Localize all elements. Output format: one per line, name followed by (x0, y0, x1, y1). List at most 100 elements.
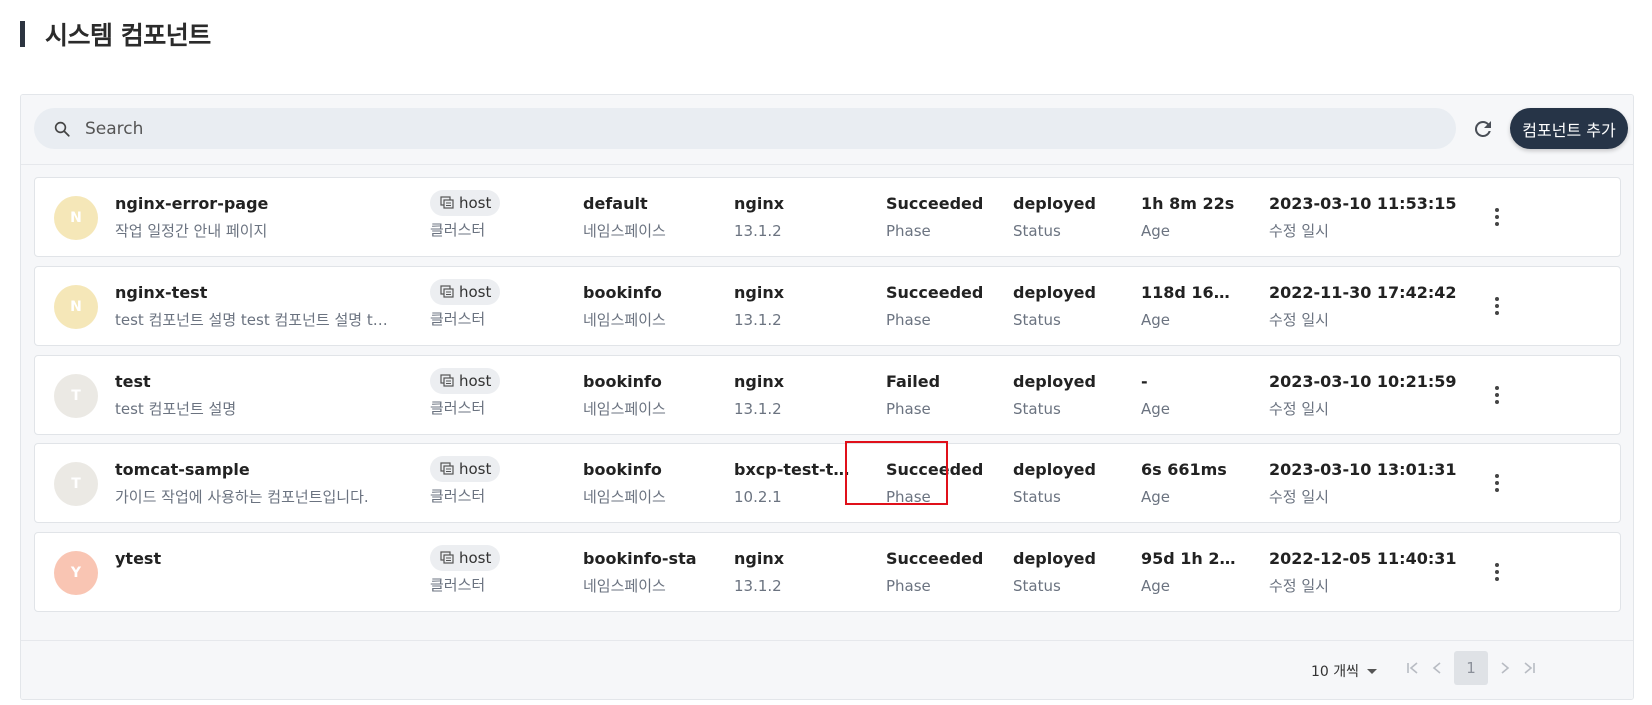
namespace-value: default (583, 194, 648, 213)
cluster-cell: host 클러스터 (430, 456, 550, 507)
last-page-icon[interactable] (1517, 651, 1541, 685)
status-value: deployed (1013, 194, 1096, 213)
cluster-chip: host (430, 190, 501, 216)
component-name[interactable]: ytest (115, 548, 395, 570)
avatar: T (54, 462, 98, 506)
age-value: 118d 16h 27m (1141, 283, 1237, 302)
cluster-name: host (459, 283, 492, 301)
cluster-chip: host (430, 368, 501, 394)
namespace-value: bookinfo-sta (583, 549, 697, 568)
modified-label: 수정 일시 (1269, 400, 1329, 418)
more-vert-icon[interactable] (1485, 468, 1509, 498)
component-row[interactable]: Nnginx-error-page 작업 일정간 안내 페이지 host 클러스터 de… (34, 177, 1621, 257)
component-description: test 컴포넌트 설명 (115, 400, 237, 418)
age-label: Age (1141, 222, 1171, 240)
cluster-chip: host (430, 456, 501, 482)
cluster-label: 클러스터 (430, 487, 486, 505)
component-row[interactable]: Nnginx-test test 컴포넌트 설명 test 컴포넌트 설명 tes… (34, 266, 1621, 346)
cluster-chip: host (430, 279, 501, 305)
namespace-cell: bookinfo 네임스페이스 (583, 282, 713, 331)
chart-name: nginx (734, 194, 785, 213)
component-name[interactable]: test (115, 371, 395, 393)
cluster-name: host (459, 372, 492, 390)
component-row[interactable]: Ttest test 컴포넌트 설명 host 클러스터 bookinfo 네임스페이스 n… (34, 355, 1621, 435)
age-value: 6s 661ms (1141, 460, 1227, 479)
age-value: 1h 8m 22s (1141, 194, 1235, 213)
add-component-button[interactable]: 컴포넌트 추가 (1510, 108, 1628, 149)
modified-cell: 2023-03-10 10:21:59 수정 일시 (1269, 371, 1469, 420)
chart-version: 13.1.2 (734, 311, 782, 329)
cluster-label: 클러스터 (430, 576, 486, 594)
prev-page-icon[interactable] (1425, 651, 1449, 685)
namespace-cell: bookinfo 네임스페이스 (583, 371, 713, 420)
component-panel: 컴포넌트 추가 Nnginx-error-page 작업 일정간 안내 페이지 ho… (20, 94, 1634, 700)
phase-cell: Succeeded Phase (886, 193, 986, 242)
age-cell: - Age (1141, 371, 1237, 420)
component-description: test 컴포넌트 설명 test 컴포넌트 설명 test 컴포넌트 설명 (115, 311, 395, 329)
namespace-label: 네임스페이스 (583, 222, 666, 240)
namespace-value: bookinfo (583, 372, 662, 391)
component-description (115, 575, 395, 597)
cluster-cell: host 클러스터 (430, 279, 550, 330)
age-cell: 118d 16h 27m Age (1141, 282, 1237, 331)
toolbar: 컴포넌트 추가 (21, 95, 1633, 165)
avatar: N (54, 196, 98, 240)
namespace-label: 네임스페이스 (583, 400, 666, 418)
more-vert-icon[interactable] (1485, 557, 1509, 587)
age-label: Age (1141, 311, 1171, 329)
next-page-icon[interactable] (1493, 651, 1517, 685)
chart-name: nginx (734, 372, 785, 391)
title-accent-bar (20, 21, 25, 47)
first-page-icon[interactable] (1401, 651, 1425, 685)
per-page-label: 10 개씩 (1311, 664, 1360, 680)
status-cell: deployed Status (1013, 548, 1113, 597)
cluster-label: 클러스터 (430, 399, 486, 417)
status-value: deployed (1013, 283, 1096, 302)
more-vert-icon[interactable] (1485, 291, 1509, 321)
component-list: Nnginx-error-page 작업 일정간 안내 페이지 host 클러스터 de… (21, 165, 1633, 640)
name-cell: ytest (115, 548, 395, 597)
modified-value: 2023-03-10 11:53:15 (1269, 194, 1457, 213)
modified-cell: 2022-12-05 11:40:31 수정 일시 (1269, 548, 1469, 597)
status-value: deployed (1013, 460, 1096, 479)
phase-value: Succeeded (886, 460, 984, 479)
namespace-cell: default 네임스페이스 (583, 193, 713, 242)
more-vert-icon[interactable] (1485, 380, 1509, 410)
age-cell: 95d 1h 21m Age (1141, 548, 1237, 597)
pagination-bar: 10 개씩 1 (21, 640, 1633, 699)
cluster-label: 클러스터 (430, 221, 486, 239)
modified-cell: 2022-11-30 17:42:42 수정 일시 (1269, 282, 1469, 331)
namespace-label: 네임스페이스 (583, 577, 666, 595)
page-header: 시스템 컴포넌트 (20, 18, 211, 50)
search-box[interactable] (34, 108, 1456, 149)
chart-version: 13.1.2 (734, 400, 782, 418)
phase-label: Phase (886, 577, 931, 595)
component-row[interactable]: Yytest host 클러스터 bookinfo-sta 네임스페이스 nginx 13.… (34, 532, 1621, 612)
page-number-button[interactable]: 1 (1454, 651, 1488, 685)
cluster-icon (440, 374, 454, 388)
chart-version: 13.1.2 (734, 577, 782, 595)
component-name[interactable]: nginx-error-page (115, 193, 395, 215)
chart-name: nginx (734, 549, 785, 568)
component-name[interactable]: tomcat-sample (115, 459, 395, 481)
component-name[interactable]: nginx-test (115, 282, 395, 304)
cluster-label: 클러스터 (430, 310, 486, 328)
phase-cell: Succeeded Phase (886, 282, 986, 331)
modified-label: 수정 일시 (1269, 488, 1329, 506)
age-label: Age (1141, 400, 1171, 418)
status-cell: deployed Status (1013, 282, 1113, 331)
phase-label: Phase (886, 488, 931, 506)
cluster-chip: host (430, 545, 501, 571)
more-vert-icon[interactable] (1485, 202, 1509, 232)
chart-cell: nginx 13.1.2 (734, 371, 852, 420)
page-title: 시스템 컴포넌트 (45, 21, 211, 50)
phase-cell: Succeeded Phase (886, 459, 986, 508)
age-cell: 1h 8m 22s Age (1141, 193, 1237, 242)
component-row[interactable]: Ttomcat-sample 가이드 작업에 사용하는 컴포넌트입니다. host 클… (34, 443, 1621, 523)
name-cell: test test 컴포넌트 설명 (115, 371, 395, 420)
per-page-select[interactable]: 10 개씩 (1311, 661, 1378, 681)
refresh-icon[interactable] (1468, 114, 1498, 144)
modified-label: 수정 일시 (1269, 311, 1329, 329)
name-cell: tomcat-sample 가이드 작업에 사용하는 컴포넌트입니다. (115, 459, 395, 508)
search-input[interactable] (85, 118, 1385, 139)
